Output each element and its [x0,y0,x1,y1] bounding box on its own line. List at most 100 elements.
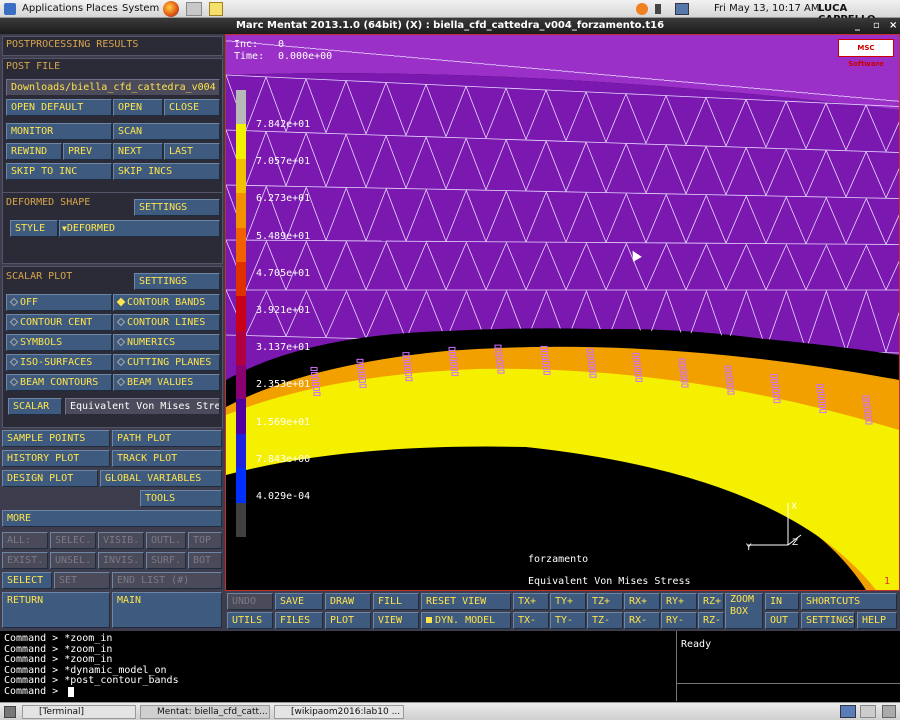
scalar-value-field[interactable]: Equivalent Von Mises Stress [65,398,220,415]
top-button[interactable]: TOP [188,532,222,549]
update-icon[interactable] [636,3,648,15]
symbols-radio[interactable]: SYMBOLS [6,334,112,351]
rx-plus-button[interactable]: RX+ [624,593,660,610]
show-desktop-icon[interactable] [4,706,16,718]
close-button[interactable]: × [889,18,897,34]
tx-minus-button[interactable]: TX- [513,612,549,629]
all-button[interactable]: ALL: [2,532,48,549]
tx-plus-button[interactable]: TX+ [513,593,549,610]
tz-minus-button[interactable]: TZ- [587,612,623,629]
notes-icon[interactable] [209,2,223,16]
rewind-button[interactable]: REWIND [6,143,62,160]
off-radio[interactable]: OFF [6,294,112,311]
style-button[interactable]: STYLE [10,220,58,237]
unsel-button[interactable]: UNSEL. [50,552,96,569]
return-button[interactable]: RETURN [2,592,110,628]
post-file-path[interactable]: Downloads/biella_cfd_cattedra_v004 [6,79,220,96]
workspace-1-icon[interactable] [840,705,856,718]
rx-minus-button[interactable]: RX- [624,612,660,629]
contour-cent-radio[interactable]: CONTOUR CENT [6,314,112,331]
fill-button[interactable]: FILL [373,593,419,610]
dyn-model-toggle[interactable]: DYN. MODEL [421,612,511,629]
minimize-button[interactable]: _ [855,18,860,34]
system-menu[interactable]: System [122,3,159,14]
rz-minus-button[interactable]: RZ- [698,612,724,629]
maximize-button[interactable]: ▫ [873,18,880,34]
model-canvas[interactable]: Y Z X [226,35,899,590]
sample-points-button[interactable]: SAMPLE POINTS [2,430,110,447]
trash-icon[interactable] [882,705,896,718]
view-button[interactable]: VIEW [373,612,419,629]
track-plot-button[interactable]: TRACK PLOT [112,450,222,467]
applications-icon[interactable] [4,3,16,15]
help-button[interactable]: HELP [857,612,897,629]
settings-button[interactable]: SETTINGS [801,612,855,629]
scalar-settings-button[interactable]: SETTINGS [134,273,220,290]
files-button[interactable]: FILES [275,612,323,629]
iso-surfaces-radio[interactable]: ISO-SURFACES [6,354,112,371]
set-button[interactable]: SET [54,572,110,589]
scalar-button[interactable]: SCALAR [8,398,62,415]
prev-button[interactable]: PREV [63,143,112,160]
save-button[interactable]: SAVE [275,593,323,610]
numerics-radio[interactable]: NUMERICS [113,334,220,351]
contour-bands-radio[interactable]: CONTOUR BANDS [113,294,220,311]
outl-button[interactable]: OUTL. [146,532,186,549]
open-button[interactable]: OPEN [113,99,163,116]
skip-incs-button[interactable]: SKIP INCS [113,163,220,180]
reset-view-button[interactable]: RESET VIEW [421,593,511,610]
ty-minus-button[interactable]: TY- [550,612,586,629]
history-plot-button[interactable]: HISTORY PLOT [2,450,110,467]
utils-button[interactable]: UTILS [227,612,273,629]
selec-button[interactable]: SELEC. [50,532,96,549]
clock[interactable]: Fri May 13, 10:17 AM [714,3,820,14]
monitor-button[interactable]: MONITOR [6,123,112,140]
invis-button[interactable]: INVIS. [98,552,144,569]
select-button[interactable]: SELECT [2,572,52,589]
cutting-planes-radio[interactable]: CUTTING PLANES [113,354,220,371]
path-plot-button[interactable]: PATH PLOT [112,430,222,447]
plot-button[interactable]: PLOT [325,612,371,629]
close-file-button[interactable]: CLOSE [164,99,220,116]
surf-button[interactable]: SURF. [146,552,186,569]
command-console[interactable]: Command > *zoom_in Command > *zoom_in Comm… [0,631,676,701]
tools-button[interactable]: TOOLS [140,490,222,507]
workspace-2-icon[interactable] [860,705,876,718]
contour-lines-radio[interactable]: CONTOUR LINES [113,314,220,331]
beam-contours-radio[interactable]: BEAM CONTOURS [6,374,112,391]
zoom-box-button[interactable]: ZOOM BOX [725,593,763,629]
ry-plus-button[interactable]: RY+ [661,593,697,610]
open-default-button[interactable]: OPEN DEFAULT [6,99,112,116]
places-menu[interactable]: Places [86,3,118,14]
taskbar-browser[interactable]: [wikipaom2016:lab10 ... [274,705,404,719]
style-dropdown[interactable]: ▼DEFORMED [59,220,220,237]
scan-button[interactable]: SCAN [113,123,220,140]
tz-plus-button[interactable]: TZ+ [587,593,623,610]
zoom-in-button[interactable]: IN [765,593,799,610]
applications-menu[interactable]: Applications [22,3,83,14]
editor-icon[interactable] [186,2,202,16]
last-button[interactable]: LAST [164,143,220,160]
deformed-settings-button[interactable]: SETTINGS [134,199,220,216]
zoom-out-button[interactable]: OUT [765,612,799,629]
taskbar-terminal[interactable]: [Terminal] [22,705,136,719]
visib-button[interactable]: VISIB. [98,532,144,549]
undo-button[interactable]: UNDO [227,593,273,610]
more-button[interactable]: MORE [2,510,222,527]
skip-to-inc-button[interactable]: SKIP TO INC [6,163,112,180]
end-list-button[interactable]: END LIST (#) [112,572,222,589]
firefox-icon[interactable] [163,1,179,17]
beam-values-radio[interactable]: BEAM VALUES [113,374,220,391]
taskbar-mentat[interactable]: Mentat: biella_cfd_catt... [140,705,270,719]
draw-button[interactable]: DRAW [325,593,371,610]
ty-plus-button[interactable]: TY+ [550,593,586,610]
network-icon[interactable] [675,3,689,15]
exist-button[interactable]: EXIST. [2,552,48,569]
volume-icon[interactable] [655,4,665,14]
bot-button[interactable]: BOT [188,552,222,569]
global-variables-button[interactable]: GLOBAL VARIABLES [100,470,222,487]
main-button[interactable]: MAIN [112,592,222,628]
shortcuts-button[interactable]: SHORTCUTS [801,593,897,610]
next-button[interactable]: NEXT [113,143,163,160]
rz-plus-button[interactable]: RZ+ [698,593,724,610]
